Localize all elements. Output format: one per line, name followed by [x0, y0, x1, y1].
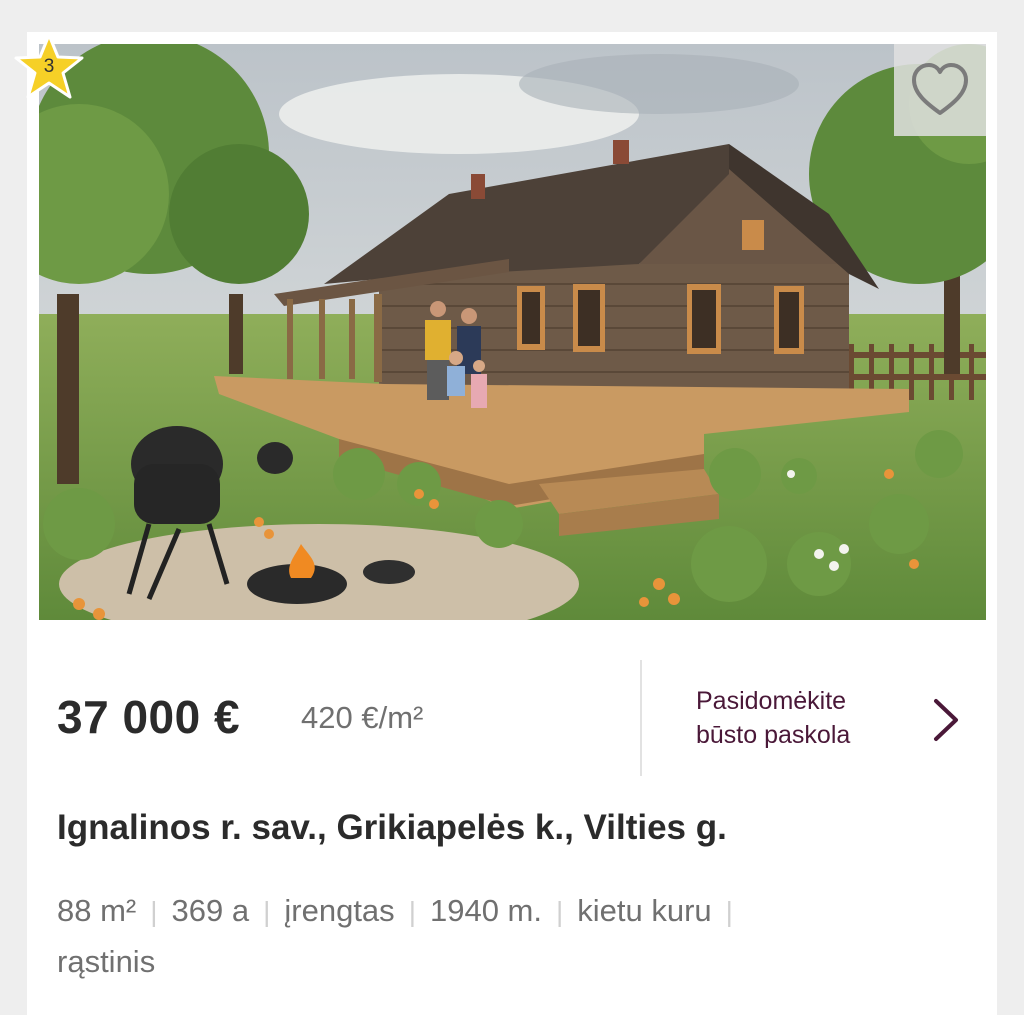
mortgage-link[interactable]: Pasidomėkite būsto paskola: [658, 684, 978, 754]
divider: [640, 660, 642, 776]
mortgage-link-line1: Pasidomėkite: [696, 687, 847, 715]
feature-material: rąstinis: [57, 944, 156, 979]
mortgage-link-text: Pasidomėkite būsto paskola: [696, 684, 850, 752]
mortgage-link-line2: būsto paskola: [696, 721, 851, 749]
chevron-right-icon: [934, 699, 958, 741]
house-photo-illustration: [39, 44, 986, 620]
favorite-button[interactable]: [894, 44, 986, 136]
price-per-m2: 420 €/m²: [301, 700, 424, 735]
separator: |: [408, 896, 416, 927]
listing-photo[interactable]: [39, 44, 986, 620]
separator: |: [725, 896, 733, 927]
feature-area: 88 m²: [57, 893, 137, 928]
heart-outline-icon: [912, 63, 968, 115]
separator: |: [150, 896, 158, 927]
badge-number: 3: [43, 56, 55, 77]
feature-year: 1940 m.: [429, 893, 542, 928]
address[interactable]: Ignalinos r. sav., Grikiapelės k., Vilti…: [57, 808, 727, 848]
feature-plot: 369 a: [171, 893, 250, 928]
feature-list: 88 m² | 369 a | įrengtas | 1940 m. | kietu kuru |…: [57, 886, 917, 987]
separator: |: [263, 896, 271, 927]
separator: |: [555, 896, 564, 927]
rank-badge: 3: [12, 32, 86, 102]
feature-heating: kietu kuru: [577, 893, 712, 928]
feature-condition: įrengtas: [284, 893, 395, 928]
price: 37 000 €: [57, 691, 241, 743]
